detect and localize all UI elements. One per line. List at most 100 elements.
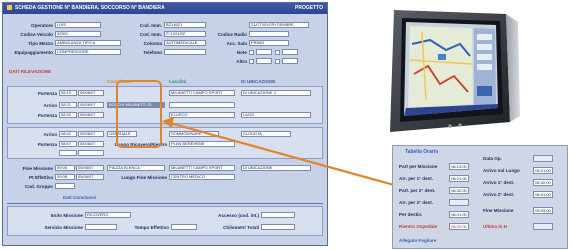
inset-right-label-0: Data Op.	[483, 156, 502, 161]
altro-field-2[interactable]	[282, 58, 298, 64]
row2-time[interactable]: 08:21	[59, 102, 77, 108]
row1-label: Partenza	[37, 91, 57, 96]
inset-left-field-5[interactable]: 08:00:00	[449, 223, 469, 230]
pt-effettiva-time[interactable]: 09:08	[55, 174, 75, 180]
esito-missione-label: Esito Missione	[50, 213, 83, 218]
row3-label: Partenza	[37, 113, 57, 118]
fine-missione-right2[interactable]: DI UBICAZIONE	[241, 165, 311, 171]
esito-missione-field[interactable]: RICOVERO	[85, 212, 131, 218]
row3-loc2[interactable]: LAGO	[241, 112, 311, 118]
row5-loc3[interactable]: PLAN BEREHENE	[169, 141, 235, 147]
pt-effettiva-right[interactable]: CENTRO MEDICO	[169, 174, 235, 180]
row5-time[interactable]: 08:57	[59, 141, 77, 147]
orario-inset-panel: Tabella Orario Part per Missione 08:13:0…	[392, 145, 568, 249]
inset-left-label-4: Per destin.	[399, 212, 423, 217]
row5-label: Partenza	[37, 142, 57, 147]
row2-loc2[interactable]	[169, 102, 235, 108]
inset-left-field-0[interactable]: 08:13:00	[449, 163, 469, 170]
inset-left-field-1[interactable]: 08:21:00	[449, 175, 469, 182]
codice-field[interactable]: 21/CT/00/CRYSEMBRE	[249, 22, 309, 28]
row6-time[interactable]	[59, 150, 77, 156]
operatore-label: Operatore	[31, 23, 53, 28]
accesso-field[interactable]	[261, 212, 295, 218]
inset-footer: Allegato Fogliare	[399, 238, 437, 243]
row1-date[interactable]: 05/06/07	[78, 90, 104, 96]
row3-time[interactable]: 08:32	[59, 112, 77, 118]
row4-date[interactable]: 05/06/07	[78, 131, 104, 137]
inset-left-label-3: Arr. per 2° dest.	[399, 200, 434, 205]
fine-missione-right[interactable]: MILANETTI CAMPO SPORT	[169, 165, 235, 171]
fine-missione-date[interactable]: 05/06/07	[76, 165, 104, 171]
pt-effettiva-label: Pt Effettiva	[29, 175, 53, 180]
section-rilevazione-header: DATI RILEVAZIONE	[9, 69, 52, 74]
row2-date[interactable]: 05/06/07	[78, 102, 104, 108]
row3-loc[interactable]: ELUSCO	[169, 112, 235, 118]
altro-field[interactable]	[256, 58, 272, 64]
window-title-right: PROGETTO	[295, 5, 323, 11]
dati-conclusivi-header: Dati Conclusivi	[63, 195, 97, 200]
cod-imm-field-2[interactable]: FI 1201/02	[164, 31, 206, 37]
ubicazione-header: DI UBICAZIONE	[241, 79, 276, 84]
tempo-effettivo-label: Tempo Effettivo	[134, 225, 169, 230]
inset-right-field-5[interactable]	[533, 223, 553, 230]
fine-missione-mid[interactable]: PIAZZA ELENCA	[107, 165, 165, 171]
window-title: SCHEDA GESTIONE N° BANDIERA, SOCCORSO N°…	[15, 5, 165, 11]
app-logo-icon	[7, 5, 12, 11]
cod-imm-label-2: Cod. Imm.	[139, 32, 162, 37]
row1-time[interactable]: 08:13	[59, 90, 77, 96]
note-field-2[interactable]	[282, 49, 298, 55]
form-window: SCHEDA GESTIONE N° BANDIERA, SOCCORSO N°…	[2, 2, 328, 246]
conclusivi-panel	[7, 206, 323, 236]
inset-right-label-5: Ultima in H	[483, 224, 507, 229]
inset-left-label-2: Part. per 2° dest.	[399, 188, 436, 193]
inset-left-field-2[interactable]: 08:32:00	[449, 187, 469, 194]
inset-right-field-0[interactable]	[533, 155, 553, 162]
row5-date[interactable]: 05/06/07	[78, 141, 104, 147]
row6-date[interactable]	[78, 150, 104, 156]
row4-time[interactable]: 08:41	[59, 131, 77, 137]
cod-imm-field-1[interactable]: BZ14621	[164, 22, 206, 28]
colonna-field[interactable]: AUTOMEDICALE	[164, 40, 206, 46]
section-divider	[7, 203, 323, 204]
row4-label: Arrivo	[43, 132, 57, 137]
codice-radio-field[interactable]	[249, 31, 289, 37]
equipaggiamento-field[interactable]: COMPRESSORE	[55, 49, 121, 55]
inset-left-field-3[interactable]	[449, 199, 469, 206]
pt-effettiva-date[interactable]: 05/06/07	[76, 174, 104, 180]
tablet-device-icon	[390, 10, 520, 132]
cod-gruppo-field[interactable]	[55, 183, 75, 189]
inset-left-label-1: Arr. per 1° dest.	[399, 176, 434, 181]
inset-right-field-1[interactable]: 08:21:00	[533, 167, 553, 174]
note-checkbox[interactable]	[249, 50, 254, 55]
inset-left-label-5: Rientro Ospedale	[399, 224, 438, 229]
chilometri-label: Chilometri Totali	[223, 225, 259, 230]
inset-right-label-2: Arrivo 1° dest.	[483, 180, 515, 185]
chilometri-field[interactable]	[261, 224, 295, 230]
row4-loc3[interactable]: CLOUDTA	[241, 131, 291, 137]
acc-sala-field[interactable]: PRIMO	[249, 40, 289, 46]
servizio-missione-field[interactable]	[85, 224, 117, 230]
row1-loc2[interactable]: DI UBICAZIONE C	[241, 90, 311, 96]
codice-veicolo-field[interactable]: 52501	[55, 31, 101, 37]
altro-checkbox-2[interactable]	[275, 59, 280, 64]
inset-left-label-0: Part per Missione	[399, 164, 438, 169]
tempo-effettivo-field[interactable]	[171, 224, 197, 230]
inset-left-field-4[interactable]: 08:41:00	[449, 211, 469, 218]
inset-right-field-2[interactable]: 08:32:00	[533, 179, 553, 186]
tipo-mezzo-field[interactable]: AMBULANZA TIPO A	[55, 40, 121, 46]
telefono-field[interactable]	[164, 49, 206, 55]
row1-loc[interactable]: MILANETTI CAMPO SPORT	[169, 90, 235, 96]
altro-checkbox[interactable]	[249, 59, 254, 64]
inset-right-field-4[interactable]: 09:05:00	[533, 207, 553, 214]
note-checkbox-2[interactable]	[275, 50, 280, 55]
row3-date[interactable]: 05/06/07	[78, 112, 104, 118]
row4-loc2[interactable]: SOMMODINARE	[169, 131, 219, 137]
cod-imm-label-1: Cod. Imm.	[139, 23, 162, 28]
inset-right-label-4: Fine Missione	[483, 208, 514, 213]
inset-right-field-3[interactable]: 08:41:00	[533, 191, 553, 198]
luogo-fine-missione-label: Luogo Fine Missione	[121, 175, 167, 180]
fine-missione-time[interactable]: 09:05	[55, 165, 75, 171]
note-field[interactable]	[256, 49, 272, 55]
operatore-field[interactable]: LUIS	[55, 22, 101, 28]
cod-gruppo-label: Cod. Gruppo	[24, 184, 53, 189]
